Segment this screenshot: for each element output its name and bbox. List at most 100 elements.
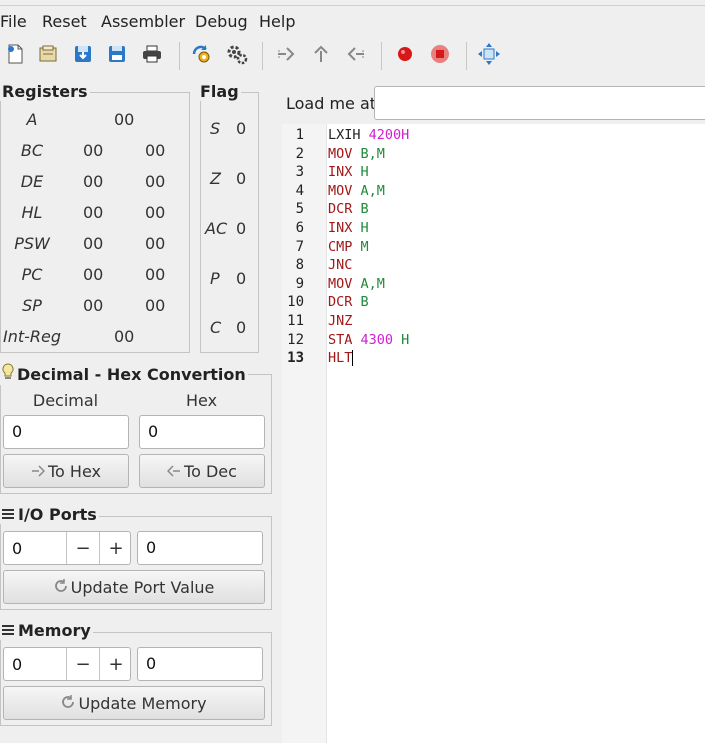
code-token: B,M [360,145,385,162]
line-number: 7 [295,238,304,255]
code-area[interactable]: LXIH 4200H MOV B,M INX H MOV A,M DCR B INX HC… [328,124,705,743]
to-dec-button[interactable]: To Dec [139,454,265,488]
load-address-label: Load me at [286,94,377,113]
line-number: 9 [295,275,304,292]
code-token: JNZ [328,313,353,329]
update-memory-button[interactable]: Update Memory [3,686,265,720]
menu-assembler[interactable]: Assembler [101,12,185,31]
code-line[interactable]: LXIH 4200H [328,126,409,145]
decimal-label: Decimal [32,391,99,410]
register-label: DE [20,172,44,191]
io-ports-title: I/O Ports [18,505,97,524]
code-line[interactable]: JNZ [328,312,352,331]
memory-address-spinbox[interactable]: 0 − + [3,647,131,681]
register-label: Int-Reg [2,327,62,346]
hex-input[interactable]: 0 [139,415,265,449]
code-line[interactable]: HLT [328,349,354,368]
line-number: 11 [287,313,304,329]
line-number: 8 [295,257,304,274]
code-token: MOV [328,145,361,162]
memory-increment-button[interactable]: + [99,648,132,680]
menu-debug[interactable]: Debug [195,12,248,31]
code-token: INX [328,220,361,236]
toolbar-separator [179,42,180,70]
code-token: HLT [328,350,353,367]
line-number: 6 [295,220,304,236]
settings-gear-icon[interactable] [225,42,249,66]
list-icon [2,622,14,640]
register-value-low: 00 [145,265,166,284]
code-line[interactable]: INX H [328,219,369,238]
to-hex-button[interactable]: To Hex [3,454,129,488]
save-as-icon[interactable] [105,42,129,66]
code-token: M [360,238,369,255]
code-line[interactable]: DCR B [328,200,369,219]
toolbar [0,36,705,76]
memory-decrement-button[interactable]: − [66,648,99,680]
port-number[interactable]: 0 [12,539,22,558]
refresh-icon [61,694,75,713]
code-line[interactable]: INX H [328,163,369,182]
register-value-low: 00 [145,234,166,253]
code-line[interactable]: DCR B [328,293,369,312]
port-spinbox[interactable]: 0 − + [3,531,131,565]
menu-help[interactable]: Help [259,12,295,31]
open-file-icon[interactable] [36,42,60,66]
line-number: 4 [295,182,304,199]
conversion-title: Decimal - Hex Convertion [17,364,246,384]
code-line[interactable]: MOV B,M [328,145,385,164]
code-line[interactable]: MOV A,M [328,275,385,294]
load-address-input[interactable] [374,86,705,120]
register-value-high: 00 [83,296,104,315]
toolbar-separator [262,42,263,70]
code-token: MOV [328,275,361,292]
register-label: BC [20,141,44,160]
memory-address[interactable]: 0 [12,655,22,674]
port-value-input[interactable]: 0 [137,531,263,565]
code-token: A,M [360,182,385,199]
fit-window-icon[interactable] [477,42,501,66]
refresh-icon [54,578,68,597]
step-out-icon[interactable] [309,42,333,66]
text-cursor [352,350,354,367]
flag-title: Flag [198,82,241,101]
code-line[interactable]: STA 4300 H [328,331,409,350]
code-token: CMP [328,238,361,255]
menu-reset[interactable]: Reset [42,12,87,31]
code-line[interactable]: CMP M [328,238,369,257]
code-token: B [360,294,369,311]
register-value-low: 00 [145,172,166,191]
flag-label-s: S [210,119,221,138]
arrow-left-icon [166,462,181,481]
assemble-icon[interactable] [190,42,214,66]
save-icon[interactable] [71,42,95,66]
step-into-icon[interactable] [274,42,298,66]
line-number: 13 [287,350,304,367]
breakpoint-icon[interactable] [393,42,417,66]
update-port-value-button[interactable]: Update Port Value [3,570,265,604]
register-label: A [26,110,38,129]
code-line[interactable]: MOV A,M [328,182,385,201]
register-value-low: 00 [145,141,166,160]
port-decrement-button[interactable]: − [66,532,99,564]
memory-value-input[interactable]: 0 [137,647,263,681]
flag-value-p: 0 [236,269,247,288]
memory-title: Memory [18,621,91,640]
port-increment-button[interactable]: + [99,532,132,564]
code-line[interactable]: JNC [328,256,352,275]
new-file-icon[interactable] [3,42,27,66]
to-dec-label: To Dec [184,461,237,481]
menu-file[interactable]: File [0,12,27,31]
step-back-icon[interactable] [344,42,368,66]
flag-value-z: 0 [236,169,247,188]
register-label: SP [22,296,42,315]
line-number-gutter: 1 2 3 4 5 6 7 8 9 10 11 12 13 [282,124,327,743]
code-token: INX [328,164,361,181]
flag-value-ac: 0 [236,219,247,238]
code-token: A,M [360,275,385,292]
line-number: 12 [287,331,304,348]
stop-icon[interactable] [428,42,452,66]
code-token: MOV [328,182,361,199]
decimal-input[interactable]: 0 [3,415,129,449]
print-icon[interactable] [140,42,164,66]
